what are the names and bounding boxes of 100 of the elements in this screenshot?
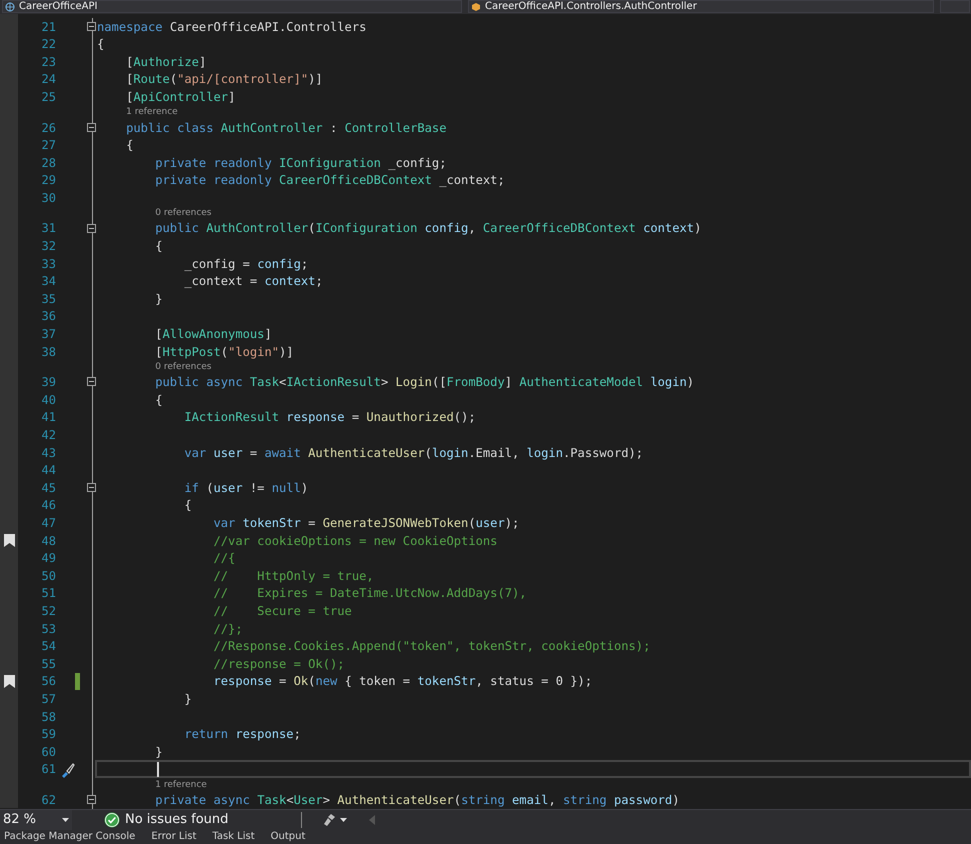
line-number: 30 xyxy=(42,190,56,205)
code-line: //response = Ok(); xyxy=(212,656,345,671)
code-line: return response; xyxy=(183,727,301,742)
code-line: _context = context; xyxy=(183,274,323,288)
line-number: 48 xyxy=(42,534,56,548)
line-number: 27 xyxy=(42,138,56,152)
type-dropdown[interactable]: CareerOfficeAPI.Controllers.AuthController xyxy=(468,0,934,13)
line-number: 50 xyxy=(42,568,56,583)
line-number: 42 xyxy=(42,428,56,442)
code-line: public AuthController(IConfiguration config, CareerOfficeDBContext context) xyxy=(154,221,702,236)
tool-window-tab[interactable]: Task List xyxy=(212,830,255,844)
code-line: [HttpPost("login")] xyxy=(154,344,294,359)
code-line: { xyxy=(183,498,192,512)
code-line: { xyxy=(154,392,163,407)
line-number: 57 xyxy=(42,692,56,706)
globe-icon xyxy=(5,2,15,12)
code-line: response = Ok(new { token = tokenStr, status = 0 }); xyxy=(212,674,592,688)
code-line: private async Task<User> AuthenticateUser(string email, string password) xyxy=(154,792,680,807)
tool-window-tab[interactable]: Package Manager Console xyxy=(4,830,136,844)
collapse-toggle[interactable] xyxy=(87,224,96,233)
line-number: 35 xyxy=(42,292,56,306)
collapse-toggle[interactable] xyxy=(87,795,96,804)
line-number: 62 xyxy=(42,792,56,807)
line-number: 49 xyxy=(42,551,56,566)
code-line: //var cookieOptions = new CookieOptions xyxy=(212,534,498,548)
line-number: 44 xyxy=(42,463,56,478)
code-line: private readonly IConfiguration _config; xyxy=(154,156,446,170)
line-number: 37 xyxy=(42,327,56,342)
code-line: } xyxy=(183,692,192,706)
code-line: { xyxy=(154,239,163,254)
code-line: [ApiController] xyxy=(125,90,236,104)
code-line: //{ xyxy=(212,551,236,566)
code-line: // HttpOnly = true, xyxy=(212,568,374,583)
line-number: 26 xyxy=(42,120,56,134)
collapse-toggle[interactable] xyxy=(87,22,96,31)
code-line: public async Task<IActionResult> Login([FromBody] AuthenticateModel login) xyxy=(154,375,694,390)
code-lens-link[interactable]: 1 reference xyxy=(126,107,178,118)
line-number: 55 xyxy=(42,656,56,671)
line-number: 31 xyxy=(42,221,56,236)
code-line: { xyxy=(97,37,104,52)
code-line: { xyxy=(125,138,134,152)
project-dropdown[interactable]: CareerOfficeAPI xyxy=(2,0,462,13)
line-number: 56 xyxy=(42,674,56,688)
line-number: 24 xyxy=(42,72,56,86)
line-number: 52 xyxy=(42,604,56,618)
text-cursor xyxy=(157,762,159,777)
line-number: 46 xyxy=(42,498,56,512)
tool-window-tab[interactable]: Output xyxy=(270,830,306,844)
code-line: var tokenStr = GenerateJSONWebToken(user); xyxy=(212,516,520,530)
code-line: } xyxy=(154,744,163,759)
code-line: var user = await AuthenticateUser(login.Email, login.Password); xyxy=(183,446,644,460)
line-number: 23 xyxy=(42,54,56,69)
line-number: 39 xyxy=(42,375,56,390)
line-number: 36 xyxy=(42,309,56,324)
code-line: //}; xyxy=(212,622,243,636)
code-lens-link[interactable]: 0 references xyxy=(155,362,212,372)
line-number: 61 xyxy=(42,762,56,776)
zoom-dropdown[interactable]: 82 % xyxy=(0,810,72,830)
line-number: 25 xyxy=(42,90,56,104)
code-line: IActionResult response = Unauthorized(); xyxy=(183,410,476,424)
line-number: 21 xyxy=(42,20,56,34)
code-line: [Authorize] xyxy=(125,54,206,69)
issues-status: No issues found xyxy=(125,812,228,828)
line-number: 60 xyxy=(42,744,56,759)
line-number: 51 xyxy=(42,586,56,600)
tool-window-tab[interactable]: Error List xyxy=(151,830,196,844)
line-number: 47 xyxy=(42,516,56,530)
line-number: 28 xyxy=(42,156,56,170)
code-line: public class AuthController : ControllerBase xyxy=(125,120,446,134)
code-line: //Response.Cookies.Append("token", tokenStr, cookieOptions); xyxy=(212,639,650,654)
code-line: } xyxy=(154,292,163,306)
check-circle-icon xyxy=(104,812,120,828)
code-line: [Route("api/[controller]")] xyxy=(125,72,323,86)
line-number: 41 xyxy=(42,410,56,424)
line-number: 29 xyxy=(42,173,56,188)
line-number: 34 xyxy=(42,274,56,288)
line-number: 40 xyxy=(42,392,56,407)
line-number: 45 xyxy=(42,480,56,495)
code-line: namespace CareerOfficeAPI.Controllers xyxy=(97,20,366,34)
line-number: 43 xyxy=(42,446,56,460)
line-number: 22 xyxy=(42,37,56,52)
brush-icon xyxy=(322,812,336,827)
code-lens-link[interactable]: 1 reference xyxy=(155,780,207,790)
code-line: _config = config; xyxy=(183,256,308,271)
caret-icon xyxy=(62,818,69,822)
code-lens-link[interactable]: 0 references xyxy=(155,208,212,218)
paintbrush-icon[interactable] xyxy=(60,762,76,778)
line-number: 58 xyxy=(42,710,56,724)
line-number: 33 xyxy=(42,256,56,271)
line-number: 59 xyxy=(42,727,56,742)
collapse-toggle[interactable] xyxy=(87,122,96,132)
line-number: 53 xyxy=(42,622,56,636)
code-line: if (user != null) xyxy=(183,480,308,495)
caret-icon xyxy=(340,818,347,822)
collapse-toggle[interactable] xyxy=(87,377,96,386)
collapse-toggle[interactable] xyxy=(87,482,96,492)
line-number: 32 xyxy=(42,239,56,254)
code-line: // Secure = true xyxy=(212,604,352,618)
code-line: // Expires = DateTime.UtcNow.AddDays(7), xyxy=(212,586,527,600)
code-line: private readonly CareerOfficeDBContext _context; xyxy=(154,173,505,188)
